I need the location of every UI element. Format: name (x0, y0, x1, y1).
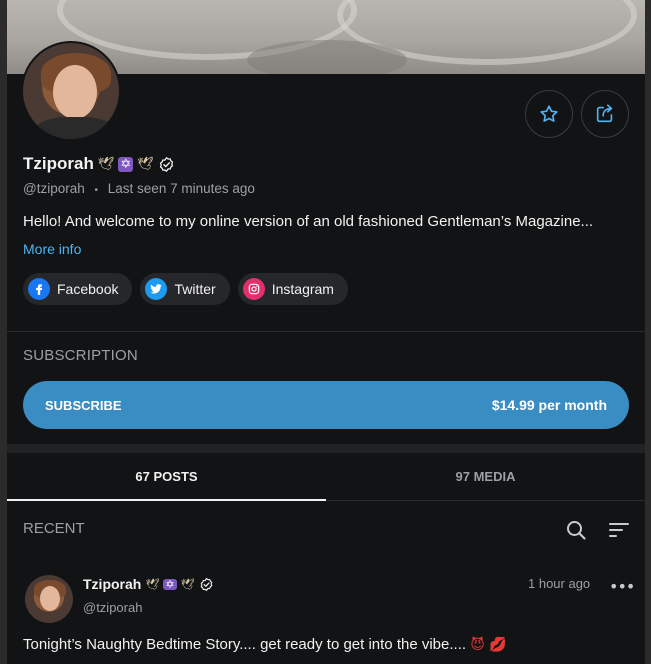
profile-bio: Hello! And welcome to my online version … (23, 213, 594, 230)
recent-section-title: RECENT (23, 520, 85, 537)
social-links: Facebook Twitter Instagram (23, 273, 348, 305)
profile-avatar[interactable] (21, 41, 121, 141)
facebook-icon (28, 278, 50, 300)
verified-icon (200, 577, 212, 591)
post-menu-button[interactable]: ••• (609, 577, 635, 596)
star-of-david-emoji: ✡ (163, 577, 177, 591)
instagram-icon (242, 278, 265, 300)
last-seen: Last seen 7 minutes ago (107, 181, 255, 196)
profile-page: Tziporah 🕊 ✡ 🕊 @tziporah • Last seen 7 m… (7, 0, 645, 664)
dove-emoji: 🕊 (180, 577, 195, 591)
more-info-link[interactable]: More info (23, 241, 81, 257)
post-author-row: Tziporah 🕊 ✡ 🕊 (83, 576, 214, 592)
profile-handle: @tziporah (23, 181, 85, 196)
favorite-button[interactable] (525, 90, 573, 138)
subscription-price: $14.99 per month (491, 397, 607, 413)
post-body: Tonight’s Naughty Bedtime Story.... get … (23, 636, 471, 653)
twitter-icon (145, 278, 168, 300)
instagram-label: Instagram (271, 281, 334, 297)
profile-name-row: Tziporah 🕊 ✡ 🕊 (23, 154, 175, 174)
twitter-link[interactable]: Twitter (140, 273, 230, 305)
sort-icon[interactable] (607, 518, 631, 542)
dove-emoji: 🕊 (145, 577, 160, 591)
tab-posts[interactable]: 67 POSTS (7, 453, 326, 501)
search-icon[interactable] (564, 518, 588, 542)
section-separator (7, 444, 645, 453)
section-divider (7, 331, 645, 332)
post-author-name[interactable]: Tziporah (83, 576, 141, 592)
post-author-handle[interactable]: @tziporah (83, 600, 142, 615)
twitter-label: Twitter (174, 281, 216, 297)
facebook-label: Facebook (57, 281, 119, 297)
post-author-avatar[interactable] (25, 575, 73, 623)
star-of-david-emoji: ✡ (118, 156, 134, 172)
star-icon (540, 105, 558, 122)
subscribe-label: SUBSCRIBE (45, 397, 122, 413)
share-icon (596, 104, 613, 123)
share-button[interactable] (581, 90, 629, 138)
verified-icon (159, 156, 173, 172)
subscribe-button[interactable]: SUBSCRIBE $14.99 per month (23, 381, 629, 429)
dove-emoji: 🕊 (97, 156, 115, 172)
post-emojis: 😈 💋 (470, 637, 507, 653)
dove-emoji: 🕊 (137, 156, 154, 172)
post-text: Tonight’s Naughty Bedtime Story.... get … (23, 636, 507, 653)
tab-media[interactable]: 97 MEDIA (326, 453, 645, 500)
content-tabs: 67 POSTS 97 MEDIA (7, 453, 645, 501)
facebook-link[interactable]: Facebook (23, 273, 133, 305)
meta-separator: • (94, 185, 99, 196)
post-time[interactable]: 1 hour ago (528, 576, 590, 591)
profile-name: Tziporah (23, 154, 94, 173)
subscription-title: SUBSCRIPTION (23, 347, 138, 364)
instagram-link[interactable]: Instagram (237, 273, 348, 305)
profile-meta: @tziporah • Last seen 7 minutes ago (23, 181, 255, 196)
